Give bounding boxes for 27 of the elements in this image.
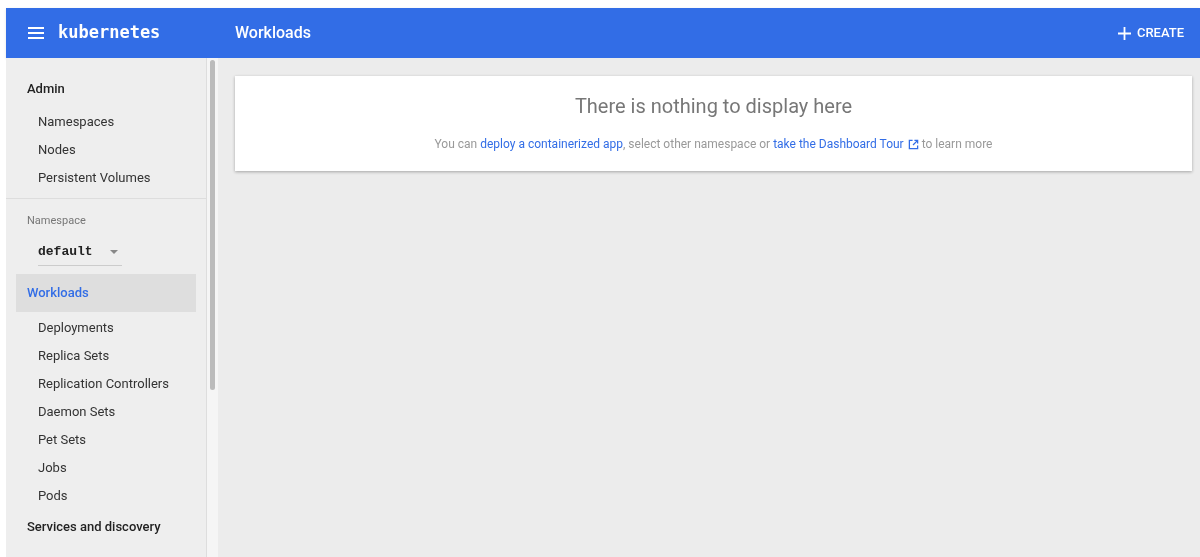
plus-icon — [1117, 26, 1131, 40]
sidebar-section-header[interactable]: Services and discovery — [16, 509, 196, 544]
sidebar-item[interactable]: Persistent Volumes — [6, 164, 206, 192]
sidebar-item[interactable]: Jobs — [6, 453, 206, 482]
create-button[interactable]: CREATE — [1117, 23, 1184, 43]
sidebar-item[interactable]: Namespaces — [6, 108, 206, 136]
scrollbar-thumb[interactable] — [210, 60, 215, 390]
namespace-label: Namespace — [26, 213, 87, 229]
sidebar-item[interactable]: Daemon Sets — [6, 397, 206, 426]
sidebar-item[interactable]: Pet Sets — [6, 425, 206, 454]
menu-icon[interactable] — [28, 27, 44, 39]
sidebar-item[interactable]: Pods — [6, 481, 206, 510]
namespace-select[interactable]: default — [38, 239, 122, 266]
page-title: Workloads — [235, 22, 311, 44]
deploy-link[interactable]: deploy a containerized app — [480, 137, 623, 151]
sidebar-item[interactable]: Replication Controllers — [6, 369, 206, 398]
sidebar-item[interactable]: Deployments — [6, 313, 206, 342]
external-link-icon — [907, 138, 919, 150]
dropdown-caret-icon — [110, 250, 118, 254]
app-logo[interactable]: kubernetes — [58, 20, 235, 46]
sidebar-section-header[interactable]: Admin — [16, 72, 196, 106]
sidebar-item[interactable]: Nodes — [6, 136, 206, 164]
sidebar-section-header[interactable]: Workloads — [16, 273, 196, 312]
empty-state-title: There is nothing to display here — [574, 93, 853, 120]
tour-link[interactable]: take the Dashboard Tour — [773, 135, 919, 153]
sidebar-item[interactable]: Replica Sets — [6, 341, 206, 370]
empty-state-message: You can deploy a containerized app, select other namespace or take the Dashboard Tour to learn more — [434, 135, 993, 153]
